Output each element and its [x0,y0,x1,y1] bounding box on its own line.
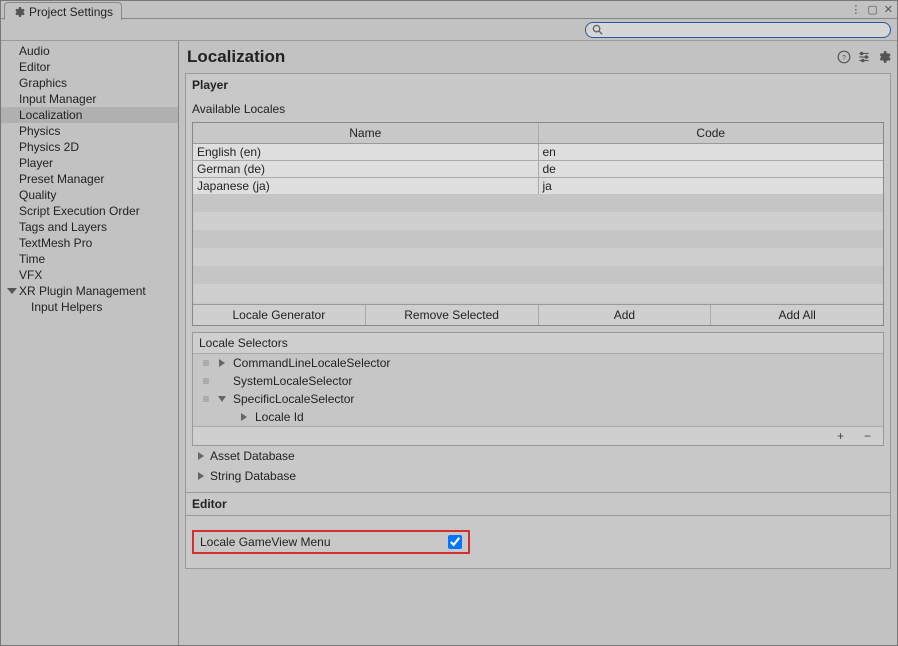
player-section-body: Available Locales Name Code English (en)… [186,96,890,492]
sidebar-item-textmesh-pro[interactable]: TextMesh Pro [1,235,178,251]
sidebar-item-tags-and-layers[interactable]: Tags and Layers [1,219,178,235]
foldout-collapsed-icon [198,472,204,480]
sidebar-item-physics[interactable]: Physics [1,123,178,139]
add-button[interactable]: Add [539,305,712,325]
locale-gameview-menu-checkbox[interactable] [448,535,462,549]
foldout-collapsed-icon[interactable] [219,359,225,367]
cell-code: ja [539,178,884,194]
window-tab[interactable]: Project Settings [4,2,122,20]
sidebar-item-graphics[interactable]: Graphics [1,75,178,91]
sidebar-item-editor[interactable]: Editor [1,59,178,75]
add-selector-button[interactable]: + [831,429,850,443]
search-icon [592,24,603,35]
titlebar: Project Settings ⋮ ▢ ✕ [1,1,897,19]
remove-selector-button[interactable]: − [858,429,877,443]
settings-sidebar: Audio Editor Graphics Input Manager Loca… [1,41,179,645]
gear-icon [13,6,25,18]
selector-row-system[interactable]: ≡ SystemLocaleSelector [193,372,883,390]
sidebar-item-xr-plugin-management[interactable]: XR Plugin Management [1,283,178,299]
window-controls: ⋮ ▢ ✕ [850,3,893,16]
foldout-label: Asset Database [210,449,295,463]
locales-empty-area [193,194,883,304]
search-field[interactable] [585,22,891,38]
cell-code: en [539,144,884,160]
locales-header: Name Code [193,123,883,144]
sidebar-item-physics-2d[interactable]: Physics 2D [1,139,178,155]
sidebar-item-audio[interactable]: Audio [1,43,178,59]
content-header: Localization ? [185,47,891,67]
sidebar-item-localization[interactable]: Localization [1,107,178,123]
foldout-expanded-icon[interactable] [218,396,226,402]
player-section-title: Player [186,74,890,96]
search-input[interactable] [603,24,884,36]
locale-gameview-menu-label: Locale GameView Menu [200,535,331,549]
cell-name: Japanese (ja) [193,178,539,194]
foldout-label: String Database [210,469,296,483]
sidebar-item-input-helpers[interactable]: Input Helpers [1,299,178,315]
locales-table: Name Code English (en) en German (de) de [192,122,884,326]
foldout-collapsed-icon [198,452,204,460]
string-database-foldout[interactable]: String Database [192,466,884,486]
preset-icon[interactable] [857,50,871,64]
player-section: Player Available Locales Name Code Engli… [185,73,891,569]
table-row[interactable]: Japanese (ja) ja [193,177,883,194]
locales-body: English (en) en German (de) de Japanese … [193,144,883,194]
locale-selectors-list: ≡ CommandLineLocaleSelector ≡ SystemLoca… [193,354,883,426]
table-row[interactable]: German (de) de [193,160,883,177]
available-locales-label: Available Locales [192,100,884,122]
editor-section-body: Locale GameView Menu [186,516,890,568]
searchbar [1,19,897,41]
content-panel: Localization ? Player Available Locales … [179,41,897,645]
selector-label: CommandLineLocaleSelector [233,356,390,370]
add-all-button[interactable]: Add All [711,305,883,325]
window-close-icon[interactable]: ✕ [884,3,893,16]
svg-text:?: ? [842,55,846,62]
selector-label: SpecificLocaleSelector [233,392,354,406]
column-name[interactable]: Name [193,123,539,143]
foldout-collapsed-icon[interactable] [241,413,247,421]
selector-label: SystemLocaleSelector [233,374,352,388]
remove-selected-button[interactable]: Remove Selected [366,305,539,325]
cell-name: English (en) [193,144,539,160]
table-row[interactable]: English (en) en [193,144,883,160]
header-icons: ? [837,50,891,64]
editor-section-title: Editor [186,492,890,516]
drag-handle-icon[interactable]: ≡ [199,392,213,406]
sidebar-item-quality[interactable]: Quality [1,187,178,203]
window-maximize-icon[interactable]: ▢ [867,3,877,16]
locales-buttons: Locale Generator Remove Selected Add Add… [193,304,883,325]
page-title: Localization [187,47,285,67]
locale-selectors-section: Locale Selectors ≡ CommandLineLocaleSele… [192,332,884,446]
locale-gameview-menu-row: Locale GameView Menu [192,530,470,554]
cell-code: de [539,161,884,177]
sidebar-item-vfx[interactable]: VFX [1,267,178,283]
column-code[interactable]: Code [539,123,884,143]
drag-handle-icon[interactable]: ≡ [199,356,213,370]
locale-selectors-footer: + − [193,426,883,445]
selector-row-specific[interactable]: ≡ SpecificLocaleSelector [193,390,883,408]
locale-selectors-title: Locale Selectors [193,333,883,354]
asset-database-foldout[interactable]: Asset Database [192,446,884,466]
settings-gear-icon[interactable] [877,50,891,64]
selector-label: Locale Id [255,410,304,424]
selector-row-commandline[interactable]: ≡ CommandLineLocaleSelector [193,354,883,372]
cell-name: German (de) [193,161,539,177]
sidebar-item-input-manager[interactable]: Input Manager [1,91,178,107]
window-menu-icon[interactable]: ⋮ [850,3,861,16]
main-split: Audio Editor Graphics Input Manager Loca… [1,41,897,645]
sidebar-item-script-execution-order[interactable]: Script Execution Order [1,203,178,219]
sidebar-item-player[interactable]: Player [1,155,178,171]
window-title: Project Settings [29,5,113,19]
help-icon[interactable]: ? [837,50,851,64]
sidebar-item-time[interactable]: Time [1,251,178,267]
drag-handle-icon[interactable]: ≡ [199,374,213,388]
sidebar-item-preset-manager[interactable]: Preset Manager [1,171,178,187]
selector-row-locale-id[interactable]: Locale Id [193,408,883,426]
locale-generator-button[interactable]: Locale Generator [193,305,366,325]
